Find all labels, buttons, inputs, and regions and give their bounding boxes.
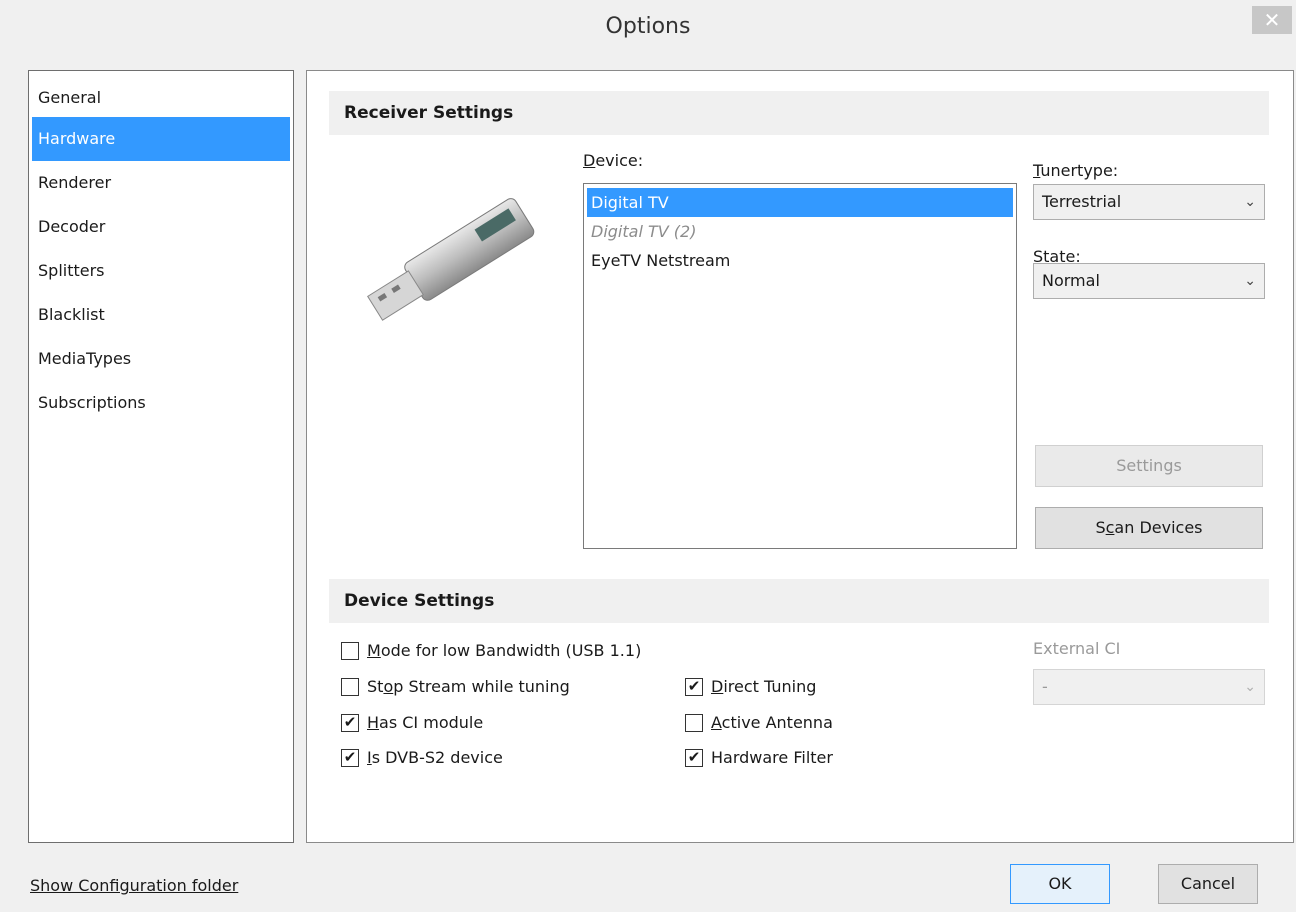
show-configuration-folder-link[interactable]: Show Configuration folder (30, 876, 238, 895)
sidebar-item-general[interactable]: General (32, 87, 290, 117)
state-select[interactable]: Normal ⌄ (1033, 263, 1265, 299)
tunertype-label: Tunertype: (1033, 161, 1119, 180)
chevron-down-icon: ⌄ (1244, 194, 1256, 210)
sidebar-item-splitters[interactable]: Splitters (32, 249, 290, 293)
window-title: Options (605, 14, 691, 39)
checkbox-box[interactable] (341, 677, 359, 696)
state-value: Normal (1042, 271, 1100, 290)
device-list-item[interactable]: EyeTV Netstream (587, 246, 1013, 275)
checkbox-label: Direct Tuning (711, 677, 817, 696)
checkmark-icon[interactable]: ✔ (685, 677, 703, 696)
stop-stream-checkbox[interactable]: Stop Stream while tuning (341, 677, 570, 696)
dvb-s2-device-checkbox[interactable]: ✔ Is DVB-S2 device (341, 748, 503, 767)
has-ci-module-checkbox[interactable]: ✔ Has CI module (341, 713, 483, 732)
close-icon[interactable]: ✕ (1252, 6, 1292, 34)
chevron-down-icon: ⌄ (1244, 679, 1256, 695)
sidebar-item-hardware[interactable]: Hardware (32, 117, 290, 161)
hardware-panel: Receiver Settings Device: Digital TV Dig… (306, 70, 1294, 843)
checkbox-label: Mode for low Bandwidth (USB 1.1) (367, 641, 642, 660)
checkbox-label: Is DVB-S2 device (367, 748, 503, 767)
receiver-settings-header: Receiver Settings (329, 91, 1269, 135)
settings-button[interactable]: Settings (1035, 445, 1263, 487)
tunertype-select[interactable]: Terrestrial ⌄ (1033, 184, 1265, 220)
checkmark-icon[interactable]: ✔ (341, 748, 359, 767)
sidebar-item-decoder[interactable]: Decoder (32, 205, 290, 249)
title-bar: Options ✕ (0, 0, 1296, 62)
device-list-item[interactable]: Digital TV (587, 188, 1013, 217)
sidebar-item-blacklist[interactable]: Blacklist (32, 293, 290, 337)
ok-button[interactable]: OK (1010, 864, 1110, 904)
active-antenna-checkbox[interactable]: Active Antenna (685, 713, 833, 732)
external-ci-label: External CI (1033, 639, 1121, 658)
sidebar-item-mediatypes[interactable]: MediaTypes (32, 337, 290, 381)
checkbox-box[interactable] (685, 713, 703, 732)
device-label: Device: (583, 151, 644, 170)
checkmark-icon[interactable]: ✔ (685, 748, 703, 767)
checkbox-label: Hardware Filter (711, 748, 833, 767)
usb-stick-image (367, 198, 535, 321)
device-list-item[interactable]: Digital TV (2) (587, 217, 1013, 246)
direct-tuning-checkbox[interactable]: ✔ Direct Tuning (685, 677, 816, 696)
checkbox-label: Stop Stream while tuning (367, 677, 570, 696)
hardware-filter-checkbox[interactable]: ✔ Hardware Filter (685, 748, 833, 767)
checkbox-label: Has CI module (367, 713, 484, 732)
checkmark-icon[interactable]: ✔ (341, 713, 359, 732)
cancel-button[interactable]: Cancel (1158, 864, 1258, 904)
sidebar-item-subscriptions[interactable]: Subscriptions (32, 381, 290, 425)
checkbox-label: Active Antenna (711, 713, 833, 732)
low-bandwidth-checkbox[interactable]: Mode for low Bandwidth (USB 1.1) (341, 641, 641, 660)
sidebar-item-renderer[interactable]: Renderer (32, 161, 290, 205)
device-listbox[interactable]: Digital TV Digital TV (2) EyeTV Netstrea… (583, 183, 1017, 549)
tunertype-value: Terrestrial (1042, 192, 1122, 211)
chevron-down-icon: ⌄ (1244, 273, 1256, 289)
options-category-list[interactable]: General Hardware Renderer Decoder Splitt… (28, 70, 294, 843)
scan-devices-button[interactable]: Scan Devices (1035, 507, 1263, 549)
device-settings-header: Device Settings (329, 579, 1269, 623)
external-ci-select[interactable]: - ⌄ (1033, 669, 1265, 705)
checkbox-box[interactable] (341, 641, 359, 660)
external-ci-value: - (1042, 677, 1048, 696)
